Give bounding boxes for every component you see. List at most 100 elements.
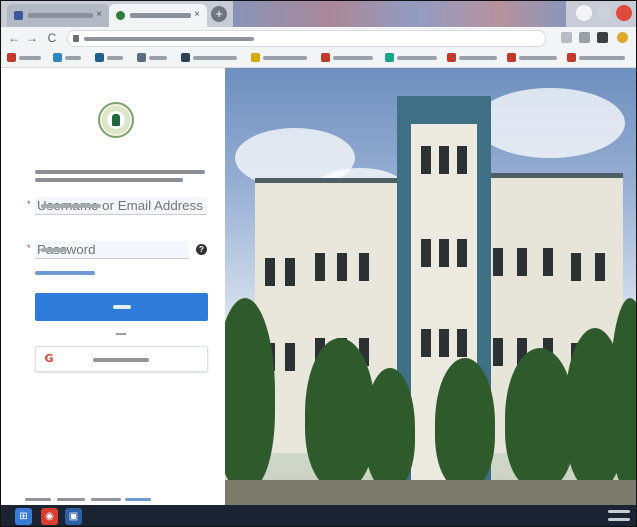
lock-icon [73, 35, 79, 42]
forgot-password-link[interactable] [35, 271, 95, 275]
address-bar-row: ← → C [1, 27, 636, 49]
building-window [543, 248, 553, 276]
building-window [457, 146, 467, 174]
browser-tab-bar: × × + [1, 1, 636, 27]
footer-credit [91, 498, 121, 501]
institution-name [35, 170, 211, 188]
bookmark-icon [447, 53, 456, 62]
tab-favicon-icon [14, 11, 23, 20]
building-window [571, 253, 581, 281]
bookmark-icon [385, 53, 394, 62]
required-marker: * [27, 243, 31, 253]
building-window [493, 338, 503, 366]
clock-date [608, 518, 630, 521]
bookmark-icon [567, 53, 576, 62]
footer-privacy-link[interactable] [25, 498, 51, 501]
campus-photo [225, 68, 636, 505]
close-icon[interactable]: × [192, 9, 202, 21]
bookmark-label [263, 56, 307, 60]
tree [365, 368, 415, 488]
bookmark-label [149, 56, 167, 60]
close-window-button[interactable] [616, 5, 632, 21]
bookmark-label [579, 56, 625, 60]
building-window [265, 258, 275, 286]
building-window [285, 343, 295, 371]
bookmark-icon [137, 53, 146, 62]
bookmark-label [397, 56, 437, 60]
tab-title [28, 13, 93, 18]
app-icon[interactable]: ▣ [65, 508, 82, 525]
login-button-label [113, 305, 131, 309]
building-window [315, 253, 325, 281]
building-window [457, 329, 467, 357]
screen: × × + ← → C * Username or Email Address … [0, 0, 637, 527]
bookmark-label [65, 56, 81, 60]
forward-button[interactable]: → [25, 30, 39, 46]
bookmark-icon [53, 53, 62, 62]
extension-icon[interactable] [561, 32, 572, 43]
building-window [457, 239, 467, 267]
footer-brand-link[interactable] [125, 498, 151, 501]
college-logo [98, 102, 134, 138]
institution-name-line [35, 170, 205, 174]
tree [305, 338, 375, 488]
ground [225, 480, 636, 505]
building-window [439, 239, 449, 267]
clock-time [608, 510, 630, 513]
url-field[interactable] [67, 30, 546, 47]
reload-button[interactable]: C [45, 30, 59, 46]
building-window [337, 253, 347, 281]
maximize-button[interactable] [596, 5, 612, 21]
login-panel: * * ? G [1, 68, 225, 505]
extension-icon[interactable] [597, 32, 608, 43]
building-window [285, 258, 295, 286]
bookmark-label [333, 56, 373, 60]
bookmark-label [19, 56, 41, 60]
bookmark-label [459, 56, 497, 60]
username-field-wrap: * [27, 197, 207, 215]
os-taskbar: ⊞ ◉ ▣ [1, 505, 636, 526]
minimize-button[interactable] [576, 5, 592, 21]
tab-favicon-icon [116, 11, 125, 20]
building-window [439, 146, 449, 174]
bookmark-label [193, 56, 237, 60]
browser-tab-1[interactable]: × [7, 4, 109, 27]
building-window [359, 253, 369, 281]
institution-name-line [35, 178, 183, 182]
building-window [595, 253, 605, 281]
new-tab-button[interactable]: + [211, 6, 227, 22]
building-window [517, 248, 527, 276]
windows-start-icon[interactable]: ⊞ [15, 508, 32, 525]
help-icon[interactable]: ? [196, 244, 207, 255]
tab-title [130, 13, 191, 18]
tree [435, 358, 495, 488]
or-divider [116, 333, 126, 335]
google-login-button[interactable]: G [35, 346, 208, 372]
bookmarks-bar [1, 49, 636, 68]
profile-avatar[interactable] [617, 32, 628, 43]
logo-emblem [112, 114, 120, 126]
browser-tab-2[interactable]: × [109, 4, 207, 27]
close-icon[interactable]: × [94, 9, 104, 21]
bookmark-icon [251, 53, 260, 62]
bookmark-icon [507, 53, 516, 62]
extension-icon[interactable] [579, 32, 590, 43]
building-window [421, 329, 431, 357]
password-field-wrap: * ? [27, 241, 207, 259]
required-marker: * [27, 199, 31, 209]
chrome-icon[interactable]: ◉ [41, 508, 58, 525]
cloud [475, 88, 625, 158]
url-text [84, 37, 254, 41]
footer-terms-link[interactable] [57, 498, 85, 501]
username-placeholder-line [41, 204, 101, 208]
login-button[interactable] [35, 293, 208, 321]
bookmark-icon [95, 53, 104, 62]
building-window [493, 248, 503, 276]
bookmark-icon [321, 53, 330, 62]
bookmark-label [519, 56, 557, 60]
system-tray[interactable] [570, 508, 630, 525]
google-login-label [93, 358, 149, 362]
google-icon: G [44, 352, 54, 365]
bookmark-label [107, 56, 123, 60]
back-button[interactable]: ← [7, 30, 21, 46]
